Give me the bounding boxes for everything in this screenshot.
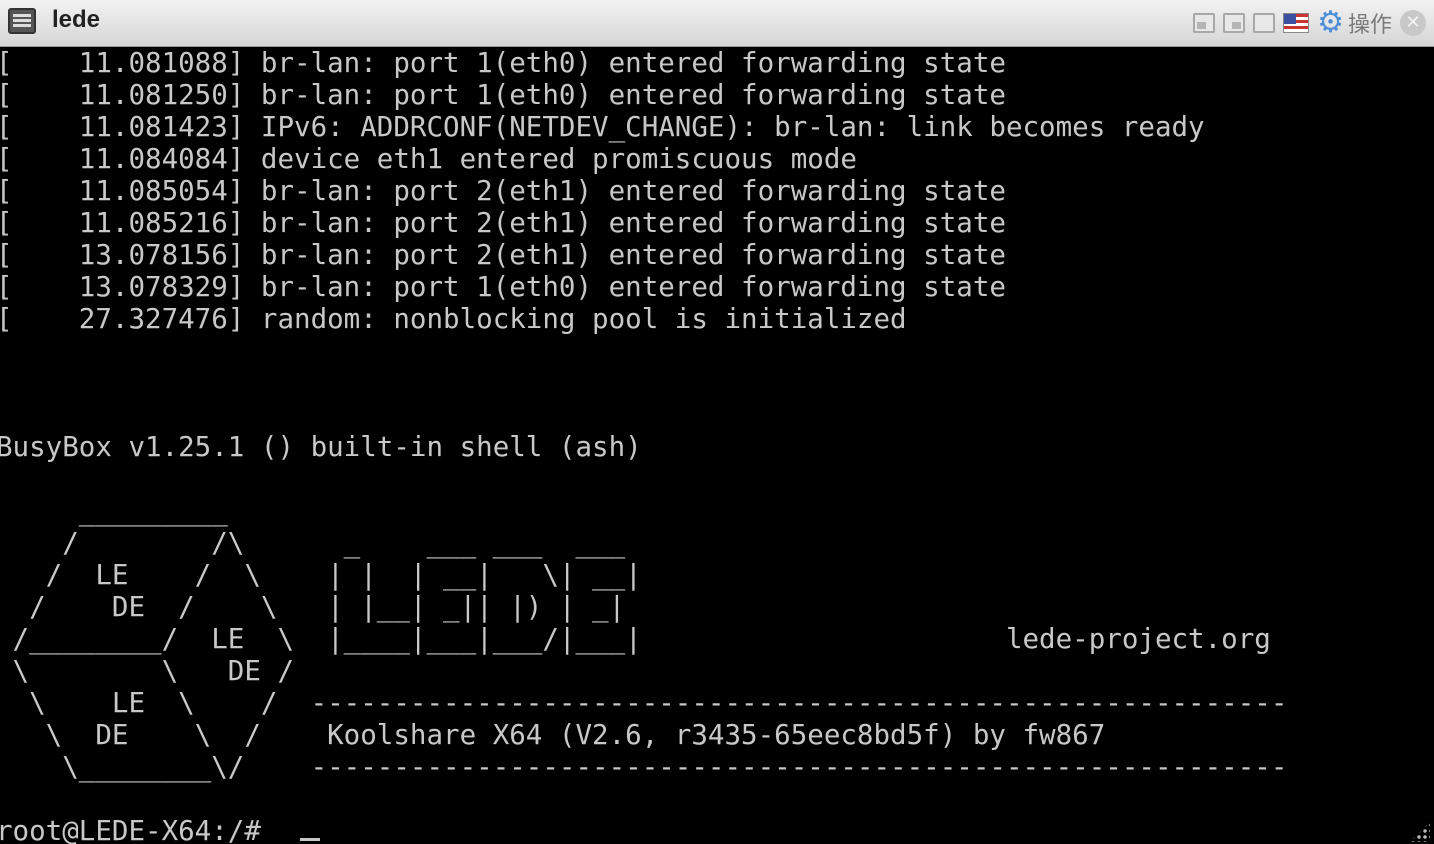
terminal-line: [ 11.081088] br-lan: port 1(eth0) entere… [0,47,1006,79]
terminal-line: BusyBox v1.25.1 () built-in shell (ash) [0,431,642,463]
actions-menu-label[interactable]: 操作 [1348,7,1392,39]
shell-prompt[interactable]: root@LEDE-X64:/# [0,815,277,844]
text-cursor [300,838,320,841]
title-bar-toolbar: ⚙ 操作 ✕ [1193,5,1426,41]
restore-left-icon[interactable] [1193,13,1216,33]
us-flag-icon[interactable] [1283,13,1310,33]
terminal-line: [ 27.327476] random: nonblocking pool is… [0,303,907,335]
maximize-icon[interactable] [1253,13,1276,33]
terminal-line: / DE / \ | |__| _|| |) | _| [0,591,626,623]
terminal-line: [ 11.084084] device eth1 entered promisc… [0,143,857,175]
terminal-line: /________/ LE \ |____|___|___/|___| lede… [0,623,1271,655]
terminal-line: [ 11.085216] br-lan: port 2(eth1) entere… [0,207,1006,239]
terminal-line: [ 11.085054] br-lan: port 2(eth1) entere… [0,175,1006,207]
terminal-line: [ 11.081423] IPv6: ADDRCONF(NETDEV_CHANG… [0,111,1205,143]
terminal-line: [ 13.078156] br-lan: port 2(eth1) entere… [0,239,1006,271]
terminal-line: / LE / \ | | | __| \| __| [0,559,642,591]
restore-right-icon[interactable] [1223,13,1246,33]
terminal-line: \ \ DE / [0,655,295,687]
terminal-line: [ 13.078329] br-lan: port 1(eth0) entere… [0,271,1006,303]
terminal-screen[interactable]: [ 11.081088] br-lan: port 1(eth0) entere… [0,47,1434,844]
app-icon [8,8,36,34]
terminal-line: \ DE \ / Koolshare X64 (V2.6, r3435-65ee… [0,719,1106,751]
window-title: lede [52,6,101,33]
terminal-line: \ LE \ / -------------------------------… [0,687,1288,719]
terminal-line: [ 11.081250] br-lan: port 1(eth0) entere… [0,79,1006,111]
terminal-line: _________ [0,495,228,527]
title-bar: lede ⚙ 操作 ✕ [0,0,1434,47]
terminal-line: \________\/ ----------------------------… [0,751,1288,783]
gear-icon[interactable]: ⚙ [1317,8,1344,38]
resize-grip-icon[interactable] [1410,822,1430,842]
terminal-line: / /\ _ ___ ___ ___ [0,527,626,559]
vm-console-window: lede ⚙ 操作 ✕ [ 11.081088] br-lan: port 1(… [0,0,1434,844]
close-icon[interactable]: ✕ [1400,10,1426,36]
